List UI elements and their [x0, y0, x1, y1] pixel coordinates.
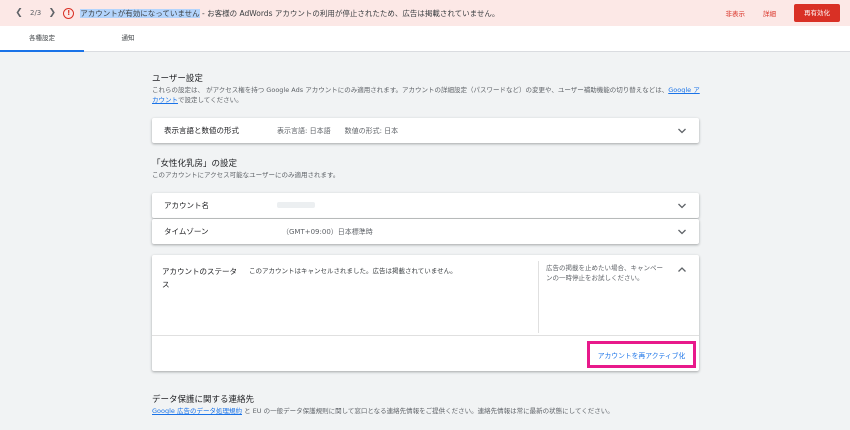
timezone-card[interactable]: タイムゾーン （GMT+09:00）日本標準時: [152, 219, 699, 244]
account-settings-title: 「女性化乳房」の設定: [152, 159, 238, 169]
language-format-value: 表示言語: 日本語 数値の形式: 日本: [277, 126, 399, 135]
reactivate-banner-button[interactable]: 再有効化: [794, 4, 840, 22]
error-icon: !: [63, 7, 75, 19]
alert-counter: 2/3: [30, 9, 42, 17]
account-settings-description: このアカウントにアクセス可能なユーザーにのみ適用されます。: [152, 171, 340, 179]
hide-button[interactable]: 非表示: [726, 8, 746, 18]
account-alert-banner: ❮ 2/3 ❯ ! アカウントが有効になっていません - お客様の AdWord…: [0, 0, 850, 26]
timezone-row[interactable]: タイムゾーン （GMT+09:00）日本標準時: [152, 219, 699, 244]
language-format-row[interactable]: 表示言語と数値の形式 表示言語: 日本語 数値の形式: 日本: [152, 118, 699, 143]
tab-settings[interactable]: 各種設定: [0, 26, 84, 52]
account-status-label: アカウントのステータス: [162, 267, 237, 289]
alert-message: アカウントが有効になっていません - お客様の AdWords アカウントの利用…: [80, 8, 499, 19]
data-protection-description: Google 広告のデータ処理規約 と EU の一般データ保護規則に関して窓口と…: [152, 407, 614, 415]
account-name-row[interactable]: アカウント名: [152, 193, 699, 218]
timezone-value: （GMT+09:00）日本標準時: [282, 227, 373, 236]
details-button[interactable]: 詳細: [763, 8, 776, 18]
chevron-right-icon[interactable]: ❯: [47, 8, 57, 18]
account-name-label: アカウント名: [164, 201, 209, 210]
account-status-help: 広告の掲載を止めたい場合、キャンペーンの一時停止をお試しください。: [546, 264, 663, 282]
reactivate-account-button[interactable]: アカウントを再アクティブ化: [587, 341, 696, 368]
chevron-down-icon[interactable]: [677, 126, 687, 136]
alert-rest: - お客様の AdWords アカウントの利用が停止されたため、広告は掲載されて…: [199, 8, 500, 18]
redacted-value: [277, 201, 315, 208]
account-name-card[interactable]: アカウント名: [152, 193, 699, 218]
language-format-card[interactable]: 表示言語と数値の形式 表示言語: 日本語 数値の形式: 日本: [152, 118, 699, 143]
language-format-label: 表示言語と数値の形式: [164, 126, 239, 135]
data-protection-title: データ保護に関する連絡先: [152, 395, 255, 405]
chevron-up-icon[interactable]: [677, 265, 687, 275]
account-status-text: このアカウントはキャンセルされました。広告は掲載されていません。: [249, 267, 457, 275]
alert-highlight: アカウントが有効になっていません: [80, 8, 200, 18]
data-processing-terms-link[interactable]: Google 広告のデータ処理規約: [152, 407, 242, 415]
user-settings-title: ユーザー設定: [152, 74, 203, 84]
account-name-value: [277, 201, 315, 210]
banner-actions: 非表示 詳細 再有効化: [726, 4, 840, 22]
user-settings-description: これらの設定は、 がアクセス権を持つ Google Ads アカウントにのみ適用…: [152, 86, 700, 104]
tab-bar: 各種設定 通知: [0, 26, 850, 52]
timezone-label: タイムゾーン: [164, 227, 209, 236]
tab-notifications[interactable]: 通知: [108, 26, 148, 52]
chevron-down-icon[interactable]: [677, 227, 687, 237]
chevron-down-icon[interactable]: [677, 201, 687, 211]
divider: [538, 261, 539, 333]
divider: [152, 335, 699, 336]
chevron-left-icon[interactable]: ❮: [14, 8, 24, 18]
